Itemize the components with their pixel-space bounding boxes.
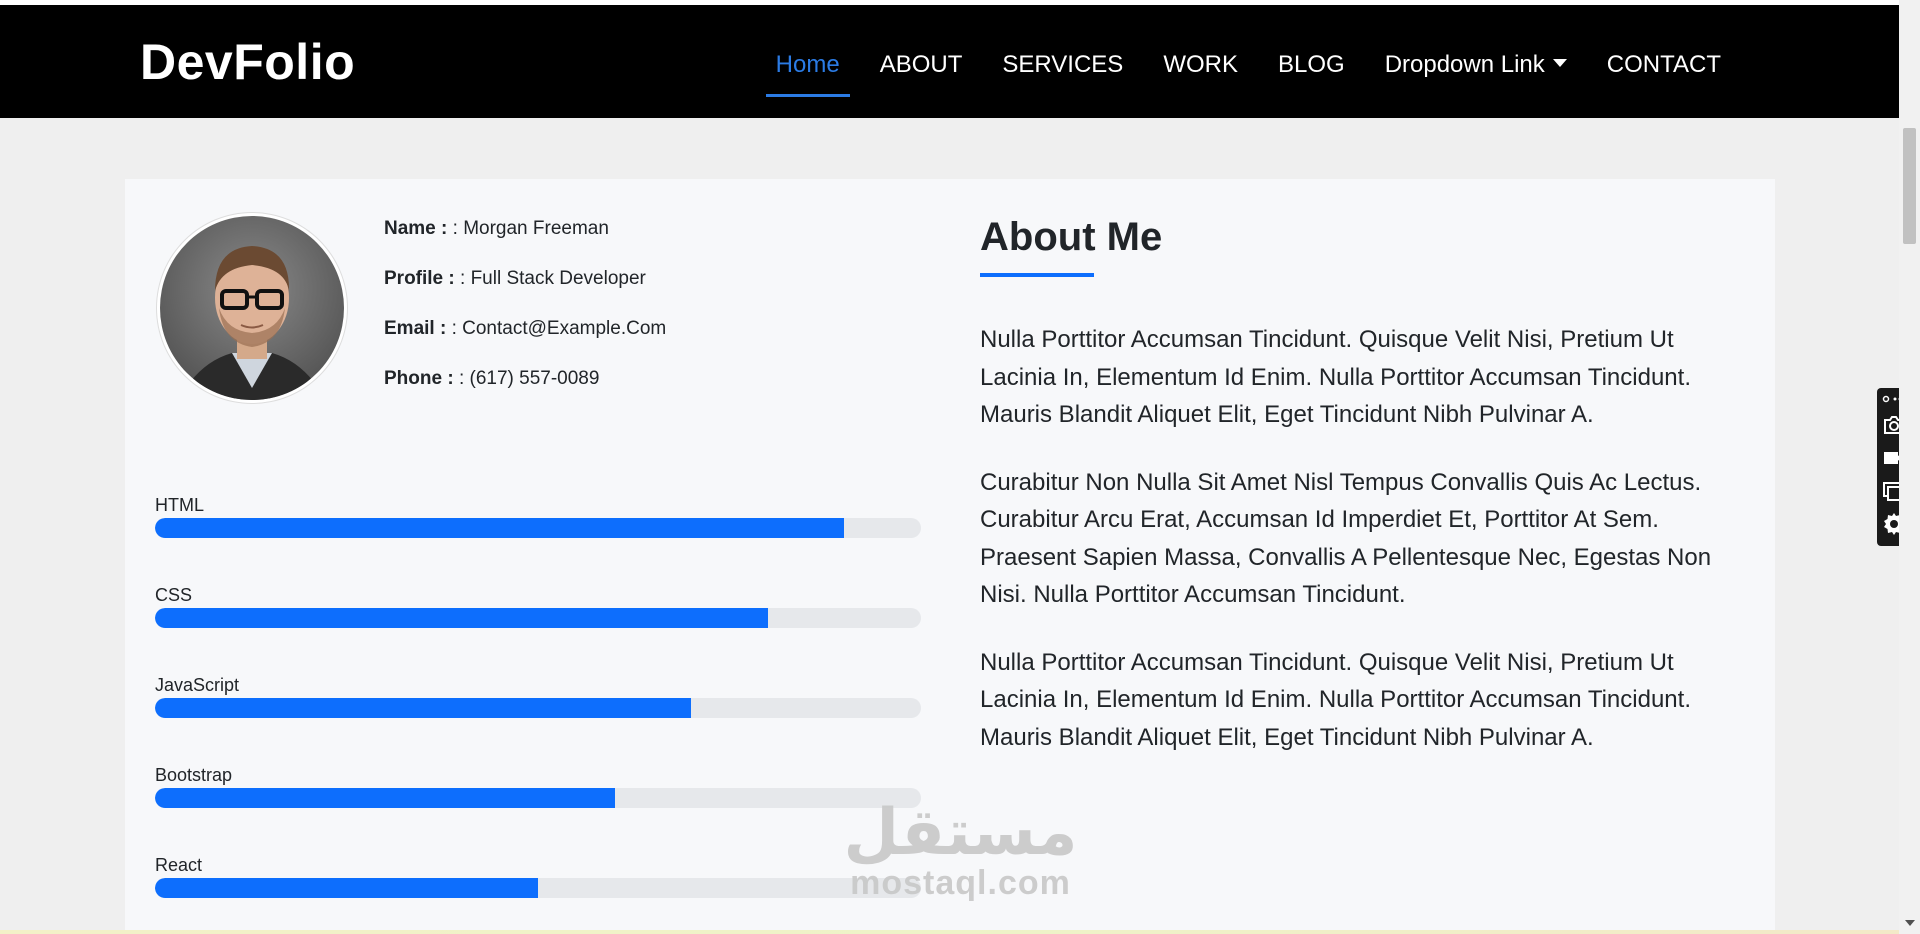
skills-list: HTML CSS JavaScript Bootstrap React <box>155 492 921 934</box>
profile-profile-row: Profile : : Full Stack Developer <box>384 261 666 311</box>
skill-label: Bootstrap <box>155 765 233 785</box>
profile-name-value: : Morgan Freeman <box>452 218 609 239</box>
nav-work[interactable]: WORK <box>1143 45 1258 85</box>
profile-phone-row: Phone : : (617) 557-0089 <box>384 361 666 411</box>
brand-logo[interactable]: DevFolio <box>140 33 355 91</box>
profile-phone-label: Phone : <box>384 368 459 389</box>
nav-dropdown[interactable]: Dropdown Link <box>1365 45 1587 85</box>
skill-progress-fill <box>155 608 768 628</box>
skill-progress-track <box>155 608 921 628</box>
skill-progress-fill <box>155 698 692 718</box>
about-title: About Me <box>980 215 1163 259</box>
page-scrollbar[interactable] <box>1899 0 1920 934</box>
skill-progress-fill <box>155 878 538 898</box>
skill-javascript: JavaScript <box>155 672 921 762</box>
watermark-latin: mostaql.com <box>850 864 1071 902</box>
skill-label: React <box>155 855 203 875</box>
nav-links: Home ABOUT SERVICES WORK BLOG Dropdown L… <box>756 45 1741 97</box>
avatar <box>157 213 347 403</box>
profile-email-row: Email : : Contact@Example.Com <box>384 311 666 361</box>
about-paragraph-2: Curabitur Non Nulla Sit Amet Nisl Tempus… <box>980 468 1712 609</box>
profile-name-row: Name : : Morgan Freeman <box>384 211 666 261</box>
nav-blog[interactable]: BLOG <box>1258 45 1365 85</box>
skill-progress-fill <box>155 788 615 808</box>
about-paragraph-1: Nulla Porttitor Accumsan Tincidunt. Quis… <box>980 326 1691 428</box>
bottom-strip <box>0 930 1899 934</box>
skill-progress-track <box>155 788 921 808</box>
scroll-down-arrow-icon[interactable] <box>1905 920 1915 926</box>
avatar-image <box>160 216 344 400</box>
watermark: مستقل mostaql.com <box>843 800 1078 920</box>
nav-services[interactable]: SERVICES <box>982 45 1143 85</box>
skill-progress-fill <box>155 518 845 538</box>
skill-progress-track <box>155 518 921 538</box>
profile-info: Name : : Morgan Freeman Profile : : Full… <box>384 211 666 411</box>
watermark-arabic: مستقل <box>843 796 1078 868</box>
skill-progress-track <box>155 698 921 718</box>
skill-react: React <box>155 852 921 934</box>
profile-profile-label: Profile : <box>384 268 461 289</box>
profile-email-value: : Contact@Example.Com <box>451 318 667 339</box>
nav-contact[interactable]: CONTACT <box>1587 45 1741 85</box>
caret-down-icon <box>1552 59 1567 67</box>
skill-label: CSS <box>155 585 193 605</box>
scrollbar-thumb[interactable] <box>1903 128 1916 244</box>
about-title-underline <box>980 273 1094 277</box>
skill-html: HTML <box>155 492 921 582</box>
about-paragraph-3: Nulla Porttitor Accumsan Tincidunt. Quis… <box>980 648 1691 751</box>
skill-bootstrap: Bootstrap <box>155 762 921 852</box>
skill-css: CSS <box>155 582 921 672</box>
nav-home[interactable]: Home <box>756 45 860 97</box>
page: DevFolio Home ABOUT SERVICES WORK BLOG D… <box>0 0 1920 934</box>
profile-profile-value: : Full Stack Developer <box>460 268 646 289</box>
skill-progress-track <box>155 878 921 898</box>
skill-label: HTML <box>155 495 204 515</box>
profile-email-label: Email : <box>384 318 452 339</box>
profile-name-label: Name : <box>384 218 453 239</box>
nav-about[interactable]: ABOUT <box>860 45 983 85</box>
profile-phone-value: : (617) 557-0089 <box>458 368 600 389</box>
skill-label: JavaScript <box>155 675 240 695</box>
navbar: DevFolio Home ABOUT SERVICES WORK BLOG D… <box>0 5 1899 118</box>
nav-dropdown-label: Dropdown Link <box>1384 51 1545 78</box>
about-section: About Me Nulla Porttitor Accumsan Tincid… <box>980 209 1740 786</box>
